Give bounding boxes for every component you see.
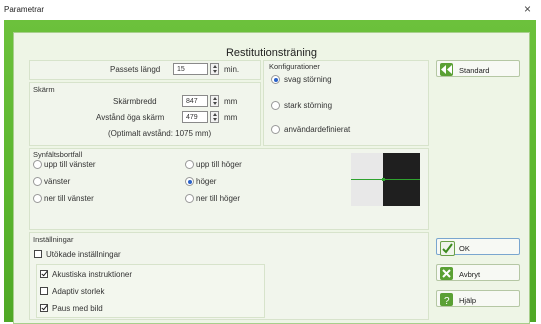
upper-left-radio[interactable] — [33, 160, 42, 169]
pause-with-image-checkbox[interactable] — [40, 304, 48, 312]
close-icon[interactable]: × — [524, 2, 531, 16]
standard-button[interactable]: Standard — [436, 60, 520, 77]
rewind-icon — [440, 63, 453, 76]
config-custom-label: användardefinierat — [284, 125, 351, 134]
screen-panel: Skärm Skärmbredd 847 mm Avstånd öga skär… — [29, 82, 261, 146]
extended-settings-checkbox[interactable] — [34, 250, 42, 258]
lower-left-radio[interactable] — [33, 194, 42, 203]
screen-width-stepper[interactable] — [210, 95, 219, 107]
ok-button-label: OK — [459, 244, 470, 253]
left-radio[interactable] — [33, 177, 42, 186]
adaptive-size-checkbox[interactable] — [40, 287, 48, 295]
visual-field-preview — [351, 153, 420, 206]
extended-settings-label: Utökade inställningar — [46, 250, 121, 259]
right-radio[interactable] — [185, 177, 194, 186]
lower-left-label: ner till vänster — [44, 194, 94, 203]
svg-text:?: ? — [444, 296, 450, 306]
session-length-unit: min. — [224, 65, 240, 74]
configurations-panel: Konfigurationer svag störning stark stör… — [263, 60, 429, 146]
screen-width-input[interactable]: 847 — [182, 95, 208, 107]
field-loss-group-label: Synfältsbortfall — [33, 150, 83, 159]
screen-width-unit: mm — [224, 97, 238, 106]
title-bar: Parametrar × — [0, 0, 541, 20]
lower-right-label: ner till höger — [196, 194, 241, 203]
preview-horizon-line — [351, 179, 420, 180]
x-icon — [440, 267, 453, 280]
acoustic-instructions-checkbox[interactable] — [40, 270, 48, 278]
config-strong-radio[interactable] — [271, 101, 280, 110]
screen-group-label: Skärm — [33, 85, 55, 94]
session-length-stepper[interactable] — [210, 63, 219, 75]
optimal-distance-note: (Optimalt avstånd: 1075 mm) — [108, 129, 212, 138]
acoustic-instructions-label: Akustiska instruktioner — [52, 270, 133, 279]
eye-distance-input[interactable]: 479 — [182, 111, 208, 123]
pause-with-image-label: Paus med bild — [52, 304, 103, 313]
session-length-label: Passets längd — [110, 65, 161, 74]
upper-right-radio[interactable] — [185, 160, 194, 169]
standard-button-label: Standard — [459, 66, 490, 75]
eye-distance-label: Avstånd öga skärm — [96, 113, 165, 122]
help-button[interactable]: ? Hjälp — [436, 290, 520, 307]
right-label: höger — [196, 177, 217, 186]
session-panel: Passets längd 15 min. — [29, 60, 261, 80]
lower-right-radio[interactable] — [185, 194, 194, 203]
screen-width-label: Skärmbredd — [113, 97, 157, 106]
checkmark-icon — [440, 241, 455, 256]
cancel-button-label: Avbryt — [459, 270, 481, 279]
adaptive-size-label: Adaptiv storlek — [52, 287, 105, 296]
config-weak-radio[interactable] — [271, 75, 280, 84]
preview-fixation-point — [382, 178, 385, 181]
config-strong-label: stark störning — [284, 101, 333, 110]
question-icon: ? — [440, 293, 453, 307]
upper-left-label: upp till vänster — [44, 160, 96, 169]
cancel-button[interactable]: Avbryt — [436, 264, 520, 281]
upper-right-label: upp till höger — [196, 160, 242, 169]
settings-group-label: Inställningar — [33, 235, 74, 244]
eye-distance-unit: mm — [224, 113, 238, 122]
settings-options-box: Akustiska instruktioner Adaptiv storlek … — [36, 264, 265, 318]
config-custom-radio[interactable] — [271, 125, 280, 134]
dialog-frame: Restitutionsträning Passets längd 15 min… — [4, 20, 536, 324]
session-length-input[interactable]: 15 — [173, 63, 208, 75]
eye-distance-stepper[interactable] — [210, 111, 219, 123]
left-label: vänster — [44, 177, 71, 186]
dialog-body: Restitutionsträning Passets längd 15 min… — [13, 32, 530, 324]
configurations-group-label: Konfigurationer — [269, 62, 320, 71]
ok-button[interactable]: OK — [436, 238, 520, 256]
help-button-label: Hjälp — [459, 296, 477, 305]
window-title: Parametrar — [4, 5, 45, 14]
settings-panel: Inställningar Utökade inställningar Akus… — [29, 232, 429, 320]
page-title: Restitutionsträning — [225, 47, 318, 59]
config-weak-label: svag störning — [284, 75, 332, 84]
